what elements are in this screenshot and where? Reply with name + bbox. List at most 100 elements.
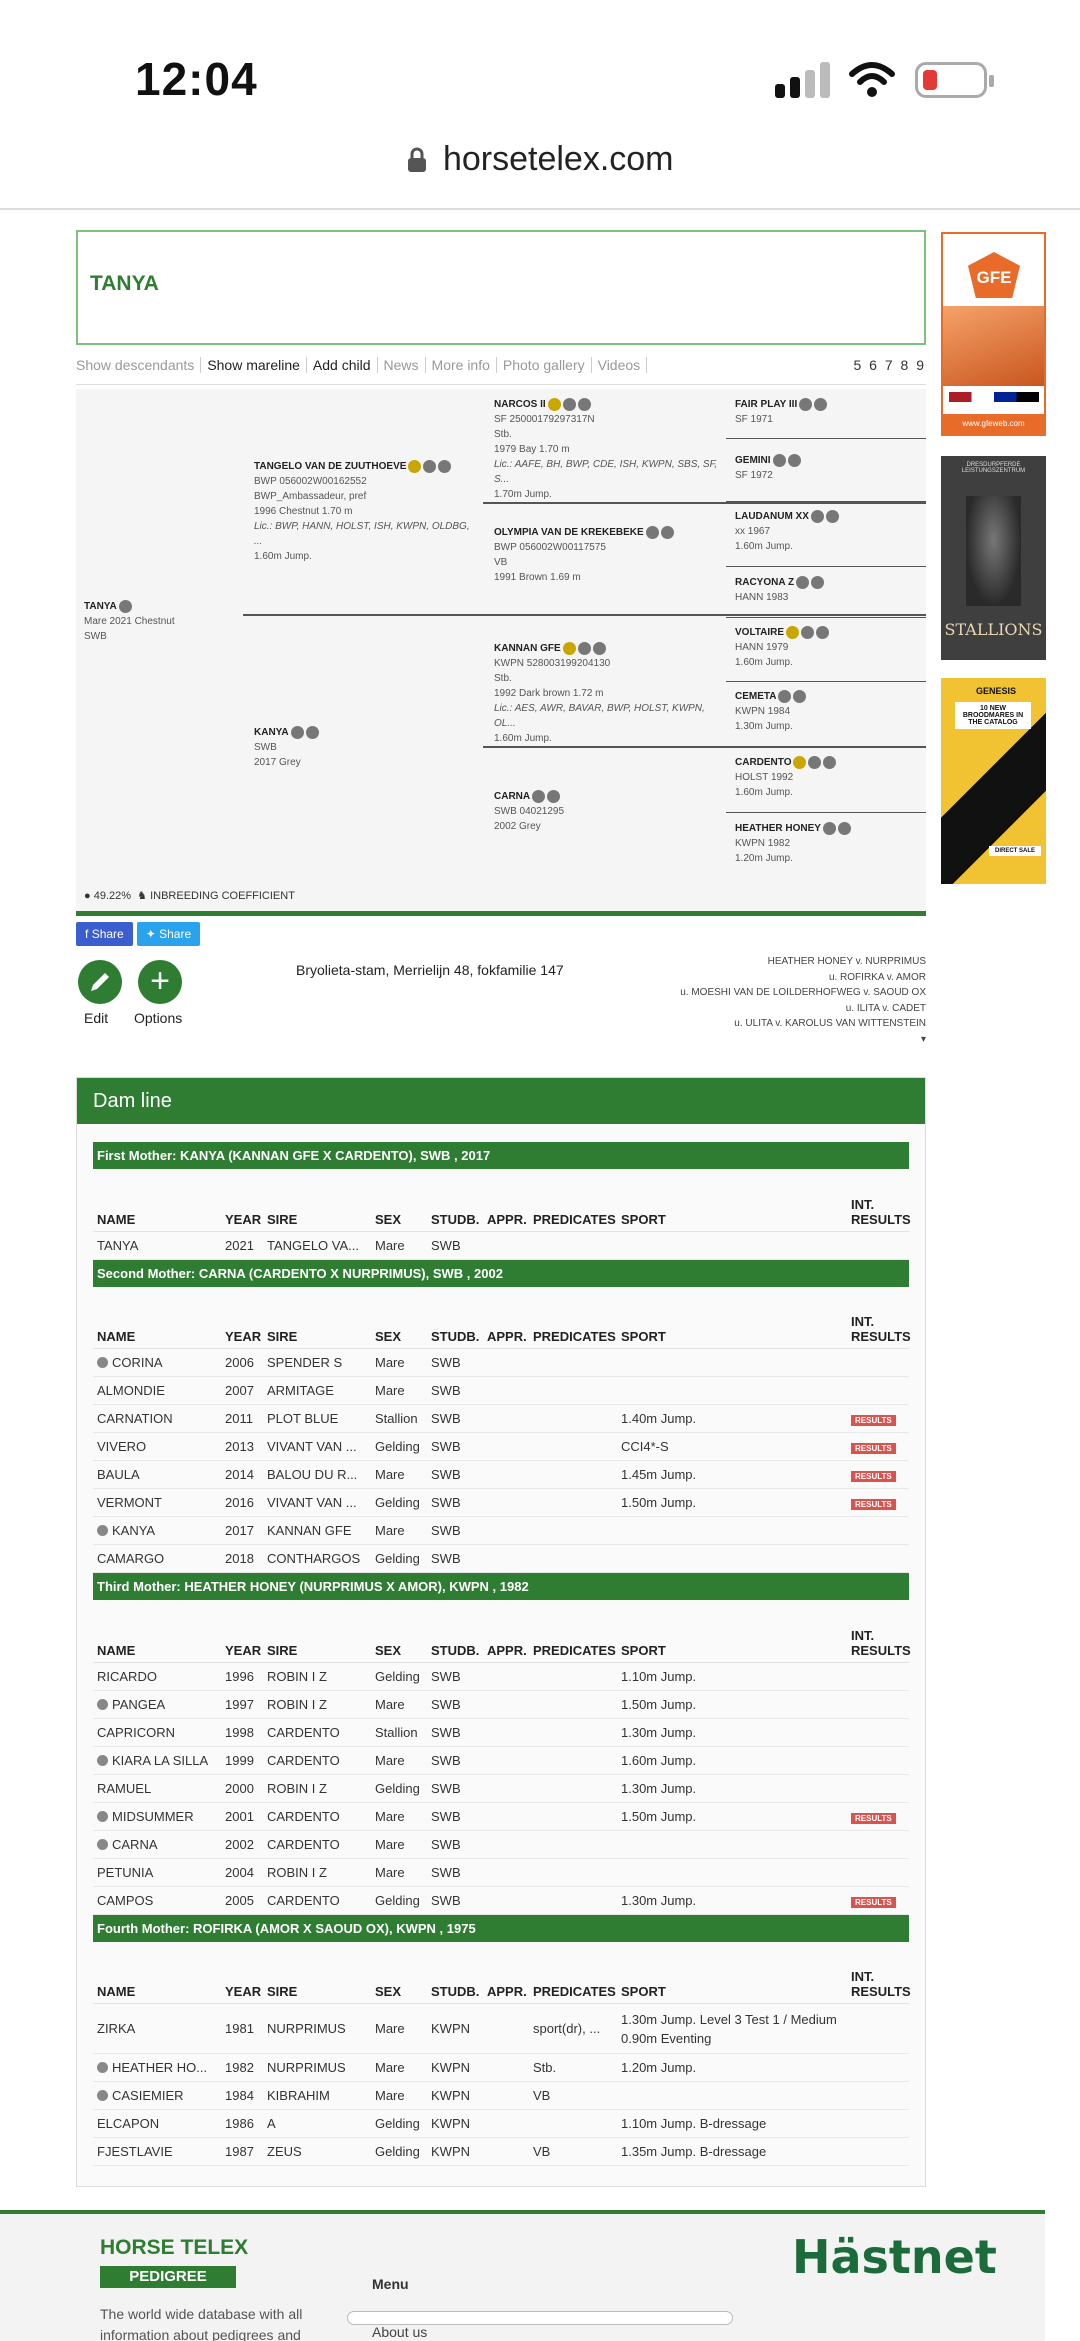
- genesis-ad[interactable]: GENESIS 10 NEW BROODMARES IN THE CATALOG…: [941, 678, 1046, 884]
- cell-sire[interactable]: A: [263, 2109, 371, 2138]
- cell-name[interactable]: CAMARGO: [93, 1544, 221, 1573]
- pedigree-g3-8[interactable]: HEATHER HONEY KWPN 1982 1.20m Jump.: [735, 821, 851, 866]
- table-row[interactable]: RICARDO 1996 ROBIN I Z Gelding SWB 1.10m Jump…: [93, 1662, 909, 1691]
- nav-photo-gallery[interactable]: Photo gallery: [497, 357, 592, 373]
- hastnet-logo[interactable]: Hästnet: [792, 2230, 997, 2284]
- cell-sire[interactable]: NURPRIMUS: [263, 2053, 371, 2082]
- cell-name[interactable]: PANGEA: [93, 1690, 221, 1719]
- nav-add-child[interactable]: Add child: [307, 357, 378, 373]
- pedigree-dam-dam[interactable]: CARNA SWB 04021295 2002 Grey: [494, 789, 564, 834]
- cell-name[interactable]: KANYA: [93, 1516, 221, 1545]
- table-row[interactable]: VERMONT 2016 VIVANT VAN ... Gelding SWB 1.50m…: [93, 1488, 909, 1517]
- cell-name[interactable]: ALMONDIE: [93, 1376, 221, 1405]
- table-row[interactable]: KIARA LA SILLA 1999 CARDENTO Mare SWB 1.60m J…: [93, 1746, 909, 1775]
- cell-name[interactable]: CASIEMIER: [93, 2081, 221, 2110]
- twitter-share-button[interactable]: ✦ Share: [136, 922, 201, 946]
- inbreeding-label[interactable]: INBREEDING COEFFICIENT: [150, 890, 295, 902]
- nav-show-descendants[interactable]: Show descendants: [76, 357, 202, 373]
- table-row[interactable]: VIVERO 2013 VIVANT VAN ... Gelding SWB CCI4*-…: [93, 1432, 909, 1461]
- cell-name[interactable]: RAMUEL: [93, 1774, 221, 1803]
- results-button[interactable]: RESULTS: [851, 1443, 896, 1454]
- table-row[interactable]: BAULA 2014 BALOU DU R... Mare SWB 1.45m Jump.…: [93, 1460, 909, 1489]
- cell-sire[interactable]: BALOU DU R...: [263, 1460, 371, 1489]
- cell-sire[interactable]: KANNAN GFE: [263, 1516, 371, 1545]
- results-button[interactable]: RESULTS: [851, 1896, 896, 1908]
- caret-down-icon[interactable]: ▾: [680, 1032, 926, 1048]
- cell-name[interactable]: ELCAPON: [93, 2109, 221, 2138]
- table-row[interactable]: CAMPOS 2005 CARDENTO Gelding SWB 1.30m Jump. R…: [93, 1886, 909, 1915]
- table-row[interactable]: HEATHER HO... 1982 NURPRIMUS Mare KWPN Stb. 1.…: [93, 2053, 909, 2082]
- cell-sire[interactable]: ROBIN I Z: [263, 1858, 371, 1887]
- results-button[interactable]: RESULTS: [851, 1415, 896, 1426]
- table-row[interactable]: CARNATION 2011 PLOT BLUE Stallion SWB 1.40m J…: [93, 1404, 909, 1433]
- cell-sire[interactable]: PLOT BLUE: [263, 1404, 371, 1433]
- table-row[interactable]: ALMONDIE 2007 ARMITAGE Mare SWB: [93, 1376, 909, 1405]
- results-button[interactable]: RESULTS: [851, 1499, 896, 1510]
- cell-name[interactable]: RICARDO: [93, 1662, 221, 1691]
- table-row[interactable]: CASIEMIER 1984 KIBRAHIM Mare KWPN VB: [93, 2081, 909, 2110]
- nav-videos[interactable]: Videos: [592, 357, 648, 373]
- cell-name[interactable]: MIDSUMMER: [93, 1802, 221, 1831]
- table-row[interactable]: PANGEA 1997 ROBIN I Z Mare SWB 1.50m Jump.: [93, 1690, 909, 1719]
- cell-name[interactable]: CAPRICORN: [93, 1718, 221, 1747]
- footer-about-link[interactable]: About us: [372, 2324, 427, 2340]
- pedigree-sire[interactable]: TANGELO VAN DE ZUUTHOEVE BWP 056002W0016…: [254, 459, 474, 564]
- cell-sire[interactable]: CARDENTO: [263, 1718, 371, 1747]
- cell-name[interactable]: CARNATION: [93, 1404, 221, 1433]
- table-row[interactable]: KANYA 2017 KANNAN GFE Mare SWB: [93, 1516, 909, 1545]
- cell-sire[interactable]: KIBRAHIM: [263, 2081, 371, 2110]
- mother-heading[interactable]: First Mother: KANYA (KANNAN GFE X CARDEN…: [93, 1142, 909, 1169]
- edit-button[interactable]: [78, 960, 122, 1004]
- pedigree-subject[interactable]: TANYA Mare 2021 Chestnut SWB: [84, 599, 175, 644]
- cell-sire[interactable]: ROBIN I Z: [263, 1690, 371, 1719]
- cell-sire[interactable]: ROBIN I Z: [263, 1774, 371, 1803]
- generation-selector[interactable]: 5 6 7 8 9: [854, 357, 927, 373]
- table-row[interactable]: CORINA 2006 SPENDER S Mare SWB: [93, 1348, 909, 1377]
- pedigree-dam-sire[interactable]: KANNAN GFE KWPN 528003199204130 Stb. 199…: [494, 641, 719, 746]
- cell-sire[interactable]: CARDENTO: [263, 1746, 371, 1775]
- pedigree-g3-4[interactable]: RACYONA Z HANN 1983: [735, 575, 825, 605]
- cell-name[interactable]: VERMONT: [93, 1488, 221, 1517]
- stallions-ad[interactable]: DRESDURPFERDE LEISTUNGSZENTRUM STALLIONS: [941, 456, 1046, 660]
- cell-name[interactable]: HEATHER HO...: [93, 2053, 221, 2082]
- cell-sire[interactable]: CARDENTO: [263, 1802, 371, 1831]
- cell-sire[interactable]: ROBIN I Z: [263, 1662, 371, 1691]
- footer-search-input[interactable]: [347, 2311, 733, 2325]
- cell-name[interactable]: TANYA: [93, 1231, 221, 1260]
- cell-sire[interactable]: VIVANT VAN ...: [263, 1432, 371, 1461]
- cell-sire[interactable]: CONTHARGOS: [263, 1544, 371, 1573]
- mother-heading[interactable]: Fourth Mother: ROFIRKA (AMOR X SAOUD OX)…: [93, 1914, 909, 1942]
- cell-sire[interactable]: ARMITAGE: [263, 1376, 371, 1405]
- table-row[interactable]: ELCAPON 1986 A Gelding KWPN 1.10m Jump. B-dre…: [93, 2109, 909, 2138]
- cell-name[interactable]: FJESTLAVIE: [93, 2137, 221, 2166]
- facebook-share-button[interactable]: f Share: [76, 922, 133, 946]
- table-row[interactable]: CAMARGO 2018 CONTHARGOS Gelding SWB: [93, 1544, 909, 1573]
- pedigree-dam[interactable]: KANYA SWB 2017 Grey: [254, 725, 319, 770]
- nav-show-mareline[interactable]: Show mareline: [201, 357, 307, 373]
- address-bar[interactable]: horsetelex.com: [0, 140, 1080, 210]
- cell-sire[interactable]: NURPRIMUS: [263, 2003, 371, 2054]
- nav-news[interactable]: News: [378, 357, 426, 373]
- cell-name[interactable]: CARNA: [93, 1830, 221, 1859]
- cell-sire[interactable]: CARDENTO: [263, 1886, 371, 1915]
- table-row[interactable]: RAMUEL 2000 ROBIN I Z Gelding SWB 1.30m Jump.: [93, 1774, 909, 1803]
- mother-heading[interactable]: Third Mother: HEATHER HONEY (NURPRIMUS X…: [93, 1573, 909, 1600]
- cell-name[interactable]: VIVERO: [93, 1432, 221, 1461]
- nav-more-info[interactable]: More info: [426, 357, 497, 373]
- table-row[interactable]: PETUNIA 2004 ROBIN I Z Mare SWB: [93, 1858, 909, 1887]
- pedigree-g3-7[interactable]: CARDENTO HOLST 1992 1.60m Jump.: [735, 755, 837, 800]
- cell-sire[interactable]: ZEUS: [263, 2137, 371, 2166]
- cell-sire[interactable]: TANGELO VA...: [263, 1231, 371, 1260]
- cell-name[interactable]: CORINA: [93, 1348, 221, 1377]
- table-row[interactable]: MIDSUMMER 2001 CARDENTO Mare SWB 1.50m Jump. R…: [93, 1802, 909, 1831]
- gfe-ad[interactable]: GFE www.gfeweb.com: [941, 232, 1046, 436]
- table-row[interactable]: CARNA 2002 CARDENTO Mare SWB: [93, 1830, 909, 1859]
- pedigree-g3-5[interactable]: VOLTAIRE HANN 1979 1.60m Jump.: [735, 625, 830, 670]
- pedigree-sire-dam[interactable]: OLYMPIA VAN DE KREKEBEKE BWP 056002W0011…: [494, 525, 674, 585]
- pedigree-g3-1[interactable]: FAIR PLAY III SF 1971: [735, 397, 828, 427]
- cell-name[interactable]: BAULA: [93, 1460, 221, 1489]
- cell-name[interactable]: ZIRKA: [93, 2003, 221, 2054]
- cell-name[interactable]: PETUNIA: [93, 1858, 221, 1887]
- results-button[interactable]: RESULTS: [851, 1812, 896, 1824]
- table-row[interactable]: CAPRICORN 1998 CARDENTO Stallion SWB 1.30m Ju…: [93, 1718, 909, 1747]
